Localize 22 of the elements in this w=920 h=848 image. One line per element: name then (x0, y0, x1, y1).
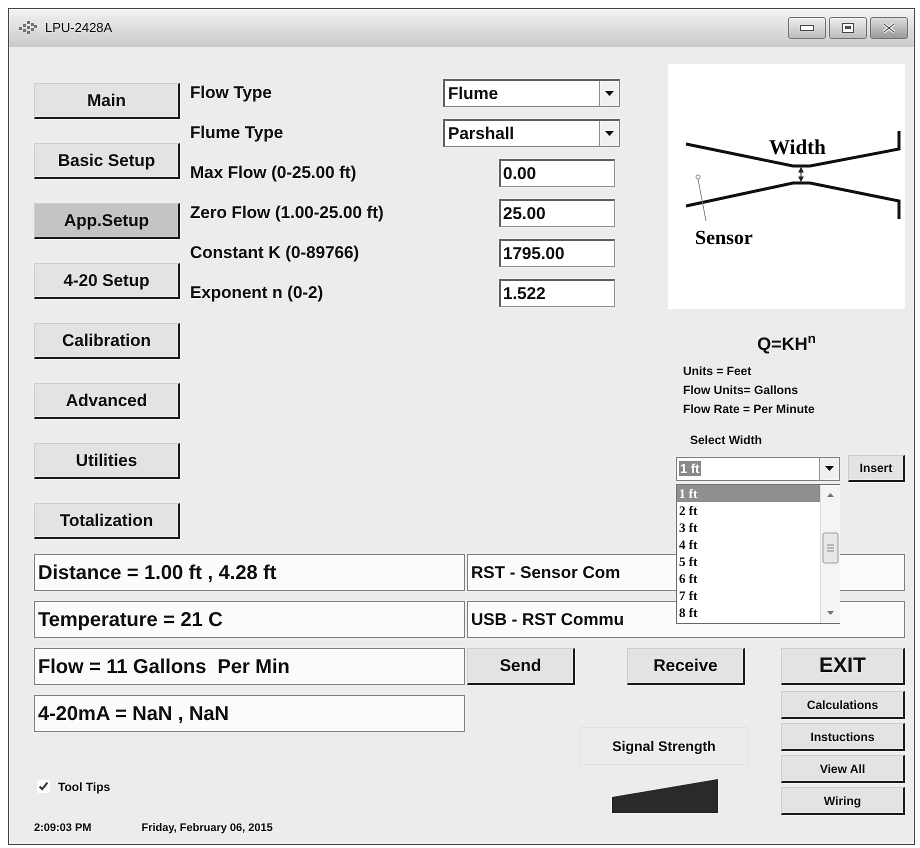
width-label: Width (769, 135, 826, 159)
signal-strength-label: Signal Strength (580, 727, 748, 765)
select-width-label: Select Width (690, 432, 763, 449)
setting-label: Constant K (0-89766) (190, 242, 360, 264)
window-title: LPU-2428A (45, 19, 112, 38)
tool-tips-label: Tool Tips (58, 778, 110, 796)
readout-field: 4-20mA = NaN , NaN (34, 695, 465, 732)
clock-time: 2:09:03 PM (34, 820, 92, 836)
readout-field: Distance = 1.00 ft , 4.28 ft (34, 554, 465, 591)
setting-label: Flume Type (190, 122, 284, 144)
flow-formula: Q=KH$^{n}$ (756, 331, 817, 356)
units-text: Flow Units= Gallons (683, 382, 800, 399)
units-text: Flow Rate = Per Minute (683, 401, 816, 418)
setting-label: Exponent n (0-2) (190, 282, 324, 304)
setting-label: Max Flow (0-25.00 ft) (190, 162, 358, 184)
setting-label: Zero Flow (1.00-25.00 ft) (190, 202, 385, 224)
readout-field: Temperature = 21 C (34, 601, 465, 638)
readout-field: Flow = 11 Gallons Per Min (34, 648, 465, 685)
current-date: Friday, February 06, 2015 (141, 820, 273, 836)
setting-label: Flow Type (190, 82, 273, 104)
sensor-label: Sensor (695, 227, 753, 249)
units-text: Units = Feet (683, 363, 752, 380)
